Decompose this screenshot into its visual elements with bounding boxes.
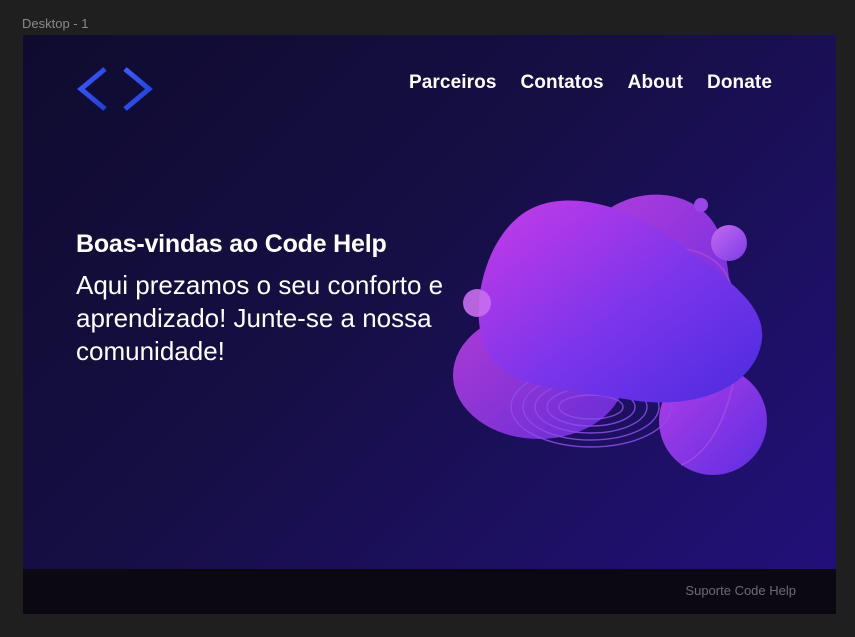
footer-support-link[interactable]: Suporte Code Help bbox=[685, 583, 796, 598]
main-nav: Parceiros Contatos About Donate bbox=[409, 72, 772, 94]
hero-section: Parceiros Contatos About Donate Boas-vin… bbox=[23, 35, 836, 569]
nav-link-contatos[interactable]: Contatos bbox=[520, 72, 603, 94]
code-brackets-icon[interactable] bbox=[77, 65, 153, 113]
nav-link-donate[interactable]: Donate bbox=[707, 72, 772, 94]
frame-label: Desktop - 1 bbox=[22, 16, 89, 31]
nav-link-parceiros[interactable]: Parceiros bbox=[409, 72, 497, 94]
abstract-blob-illustration bbox=[453, 194, 767, 475]
desktop-frame: Parceiros Contatos About Donate Boas-vin… bbox=[23, 35, 836, 614]
footer: Suporte Code Help bbox=[23, 569, 836, 614]
nav-link-about[interactable]: About bbox=[628, 72, 683, 94]
